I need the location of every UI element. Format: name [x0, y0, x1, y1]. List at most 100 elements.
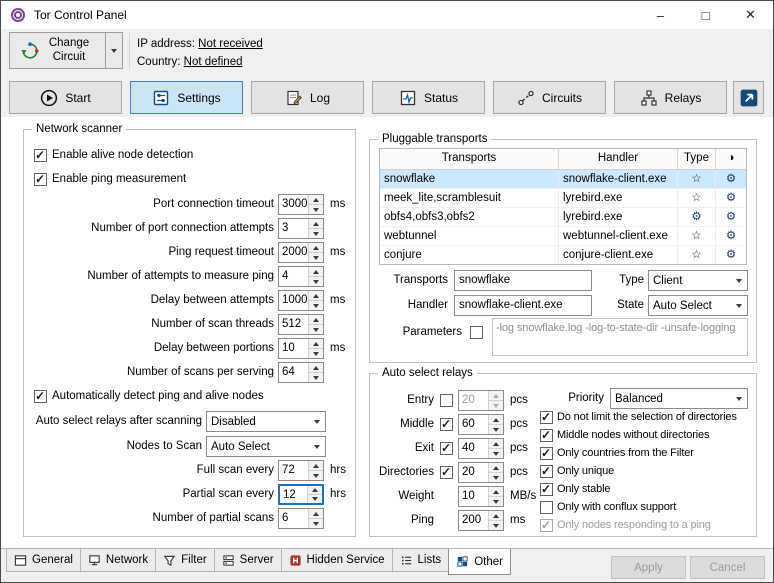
- tab-server[interactable]: Server: [213, 549, 282, 572]
- spin-up-button[interactable]: [309, 339, 323, 348]
- spin-up-button[interactable]: [309, 315, 323, 324]
- port-connection-attempts-spinbox[interactable]: 3: [278, 218, 324, 239]
- spin-down-button[interactable]: [489, 400, 503, 410]
- spin-up-button[interactable]: [309, 219, 323, 228]
- enable-ping-measurement-checkbox[interactable]: [34, 172, 47, 186]
- type-select[interactable]: Client: [648, 270, 748, 291]
- ping-request-timeout-spinbox[interactable]: 2000: [278, 242, 324, 263]
- change-circuit-button[interactable]: Change Circuit: [9, 32, 123, 69]
- only-filter-countries-checkbox[interactable]: [540, 446, 553, 460]
- spin-down-button[interactable]: [309, 228, 323, 238]
- spin-down-button[interactable]: [309, 252, 323, 262]
- no-limit-directories-checkbox[interactable]: [540, 410, 553, 424]
- tab-circuits[interactable]: Circuits: [493, 81, 606, 114]
- directories-checkbox[interactable]: [440, 465, 453, 479]
- directories-count-spinbox[interactable]: 20: [458, 462, 504, 483]
- partial-scan-every-spinbox[interactable]: 12: [278, 484, 324, 505]
- table-row[interactable]: snowflake snowflake-client.exe ☆ ⚙: [380, 170, 746, 189]
- spin-down-button[interactable]: [309, 518, 323, 528]
- close-button[interactable]: ✕: [728, 1, 773, 29]
- spin-up-button[interactable]: [489, 391, 503, 400]
- tab-start[interactable]: Start: [9, 81, 122, 114]
- column-header-contrast-icon[interactable]: ◑: [716, 149, 746, 169]
- spin-down-button[interactable]: [309, 276, 323, 286]
- spin-up-button[interactable]: [489, 487, 503, 496]
- only-ping-responding-checkbox[interactable]: [540, 518, 553, 532]
- spin-up-button[interactable]: [309, 243, 323, 252]
- spin-up-button[interactable]: [309, 509, 323, 518]
- entry-count-spinbox[interactable]: 20: [458, 390, 504, 411]
- spin-down-button[interactable]: [309, 372, 323, 382]
- scans-per-serving-spinbox[interactable]: 64: [278, 362, 324, 383]
- spin-down-button[interactable]: [489, 520, 503, 530]
- only-unique-checkbox[interactable]: [540, 464, 553, 478]
- apply-button[interactable]: Apply: [611, 556, 686, 579]
- tab-network[interactable]: Network: [79, 549, 157, 572]
- spin-down-button[interactable]: [309, 324, 323, 334]
- spin-down-button[interactable]: [309, 204, 323, 214]
- table-row[interactable]: obfs4,obfs3,obfs2 lyrebird.exe ⚙ ⚙: [380, 208, 746, 227]
- scan-threads-spinbox[interactable]: 512: [278, 314, 324, 335]
- ping-measure-attempts-spinbox[interactable]: 4: [278, 266, 324, 287]
- middle-without-directories-checkbox[interactable]: [540, 428, 553, 442]
- exit-count-spinbox[interactable]: 40: [458, 438, 504, 459]
- spin-up-button[interactable]: [489, 511, 503, 520]
- change-circuit-dropdown[interactable]: [105, 33, 122, 68]
- column-header-transports[interactable]: Transports: [380, 149, 559, 169]
- spin-down-button[interactable]: [308, 494, 322, 503]
- weight-spinbox[interactable]: 10: [458, 486, 504, 507]
- spin-up-button[interactable]: [489, 463, 503, 472]
- tab-status[interactable]: Status: [372, 81, 485, 114]
- spin-up-button[interactable]: [309, 195, 323, 204]
- spin-down-button[interactable]: [309, 300, 323, 310]
- delay-between-attempts-spinbox[interactable]: 1000: [278, 290, 324, 311]
- spin-up-button[interactable]: [308, 486, 322, 494]
- state-select[interactable]: Auto Select: [648, 295, 748, 316]
- spin-down-button[interactable]: [309, 470, 323, 480]
- full-scan-every-spinbox[interactable]: 72: [278, 460, 324, 481]
- tab-lists[interactable]: Lists: [391, 549, 450, 572]
- entry-checkbox[interactable]: [440, 394, 453, 407]
- tab-general[interactable]: General: [6, 549, 81, 572]
- tab-other[interactable]: Other: [448, 549, 511, 575]
- port-connection-timeout-spinbox[interactable]: 3000: [278, 194, 324, 215]
- spin-down-button[interactable]: [489, 424, 503, 434]
- delay-between-portions-spinbox[interactable]: 10: [278, 338, 324, 359]
- handler-input[interactable]: snowflake-client.exe: [454, 295, 592, 316]
- table-row[interactable]: meek_lite,scramblesuit lyrebird.exe ☆ ⚙: [380, 189, 746, 208]
- parameters-textarea[interactable]: -log snowflake.log -log-to-state-dir -un…: [492, 318, 748, 356]
- tab-relays[interactable]: Relays: [614, 81, 727, 114]
- auto-select-after-scanning-select[interactable]: Disabled: [206, 411, 326, 432]
- nodes-to-scan-select[interactable]: Auto Select: [206, 436, 326, 457]
- auto-detect-checkbox[interactable]: [34, 389, 47, 403]
- tab-settings[interactable]: Settings: [130, 81, 243, 114]
- transports-input[interactable]: snowflake: [454, 270, 592, 291]
- enable-alive-detection-checkbox[interactable]: [34, 148, 47, 162]
- priority-select[interactable]: Balanced: [610, 388, 748, 409]
- only-stable-checkbox[interactable]: [540, 482, 553, 496]
- spin-down-button[interactable]: [309, 348, 323, 358]
- tab-log[interactable]: Log: [251, 81, 364, 114]
- table-row[interactable]: conjure conjure-client.exe ☆ ⚙: [380, 246, 746, 264]
- spin-down-button[interactable]: [489, 496, 503, 506]
- parameters-checkbox[interactable]: [470, 326, 483, 339]
- transports-table[interactable]: Transports Handler Type ◑ snowflake snow…: [379, 148, 747, 265]
- partial-scans-count-spinbox[interactable]: 6: [278, 508, 324, 529]
- maximize-button[interactable]: □: [683, 1, 728, 29]
- spin-down-button[interactable]: [489, 472, 503, 482]
- column-header-handler[interactable]: Handler: [559, 149, 678, 169]
- corner-action-button[interactable]: [733, 81, 764, 114]
- middle-checkbox[interactable]: [440, 417, 453, 431]
- column-header-type[interactable]: Type: [678, 149, 716, 169]
- exit-checkbox[interactable]: [440, 441, 453, 455]
- spin-up-button[interactable]: [309, 363, 323, 372]
- middle-count-spinbox[interactable]: 60: [458, 414, 504, 435]
- tab-filter[interactable]: Filter: [155, 549, 215, 572]
- spin-up-button[interactable]: [489, 415, 503, 424]
- tab-hidden-service[interactable]: Hidden Service: [280, 549, 393, 572]
- spin-up-button[interactable]: [309, 461, 323, 470]
- spin-up-button[interactable]: [309, 267, 323, 276]
- spin-up-button[interactable]: [309, 291, 323, 300]
- cancel-button[interactable]: Cancel: [690, 556, 765, 579]
- spin-down-button[interactable]: [489, 448, 503, 458]
